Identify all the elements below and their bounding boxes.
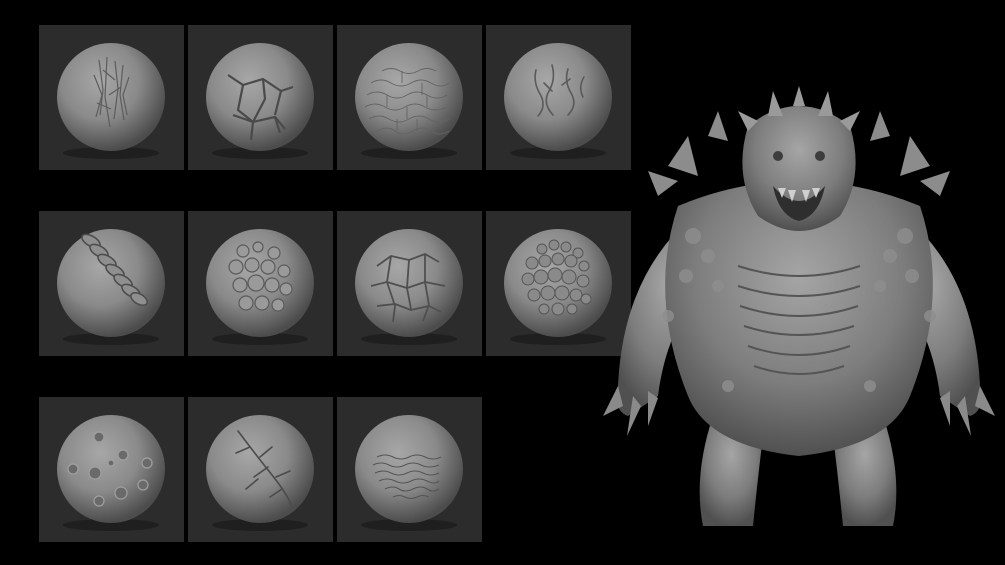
- brush-tile-crater-bumps[interactable]: [39, 397, 184, 542]
- fine-crackle-sphere-icon: [355, 43, 463, 159]
- brush-tile-ridged-coil[interactable]: [39, 211, 184, 356]
- fibrous-scratches-sphere-icon: [57, 43, 165, 159]
- brush-tile-cracked-plates[interactable]: [188, 25, 333, 170]
- wrinkled-skin-sphere-icon: [355, 415, 463, 531]
- brush-tile-cracked-hex-scales[interactable]: [337, 211, 482, 356]
- monster-sculpt-icon: [603, 86, 995, 526]
- brush-tile-wrinkled-skin[interactable]: [337, 397, 482, 542]
- brush-tile-fine-crackle[interactable]: [337, 25, 482, 170]
- branching-veins-sphere-icon: [206, 415, 314, 531]
- cracked-plates-sphere-icon: [206, 43, 314, 159]
- ridged-coil-sphere-icon: [57, 229, 165, 345]
- brush-tile-branching-veins[interactable]: [188, 397, 333, 542]
- bumpy-scales-sphere-icon: [206, 229, 314, 345]
- crater-bumps-sphere-icon: [57, 415, 165, 531]
- brush-tile-fibrous-scratches[interactable]: [39, 25, 184, 170]
- brush-tile-bumpy-scales[interactable]: [188, 211, 333, 356]
- cracked-hex-scales-sphere-icon: [355, 229, 463, 345]
- sculpted-monster-preview: [598, 86, 1000, 536]
